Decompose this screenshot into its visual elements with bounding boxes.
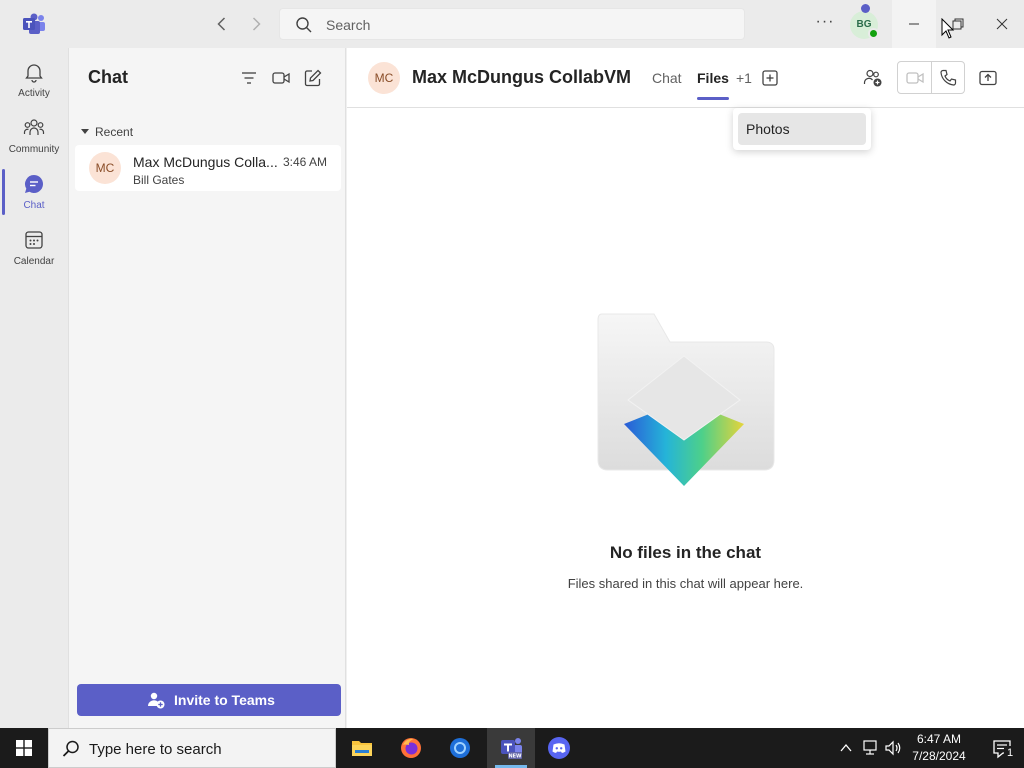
- teams-app[interactable]: NEW: [487, 728, 535, 768]
- network-icon[interactable]: [861, 739, 879, 757]
- rail-item-label: Calendar: [13, 256, 55, 267]
- empty-state-subtitle: Files shared in this chat will appear he…: [567, 576, 804, 591]
- rail-item-community[interactable]: Community: [0, 109, 68, 165]
- share-screen-icon[interactable]: [978, 68, 998, 88]
- browser-icon: [450, 738, 470, 758]
- notification-dot: [861, 4, 870, 13]
- divider: [931, 62, 932, 93]
- close-button[interactable]: [980, 0, 1024, 48]
- add-people-icon[interactable]: [863, 68, 883, 88]
- chat-title: Max McDungus CollabVM: [412, 67, 632, 87]
- chat-bubble-icon: [25, 175, 43, 193]
- rail-item-label: Activity: [18, 88, 50, 99]
- volume-icon[interactable]: [884, 739, 902, 757]
- notification-count: 1: [1004, 746, 1016, 760]
- tab-files[interactable]: Files: [697, 70, 729, 100]
- app-rail: Activity Community Chat Calendar: [0, 48, 68, 728]
- folder-icon: [352, 741, 372, 756]
- menu-item-photos[interactable]: Photos: [738, 113, 866, 145]
- audio-call-icon[interactable]: [938, 68, 958, 88]
- empty-folder-illustration: [597, 313, 775, 486]
- browser-app[interactable]: [436, 728, 484, 768]
- video-call-icon[interactable]: [905, 68, 925, 88]
- rail-item-calendar[interactable]: Calendar: [0, 221, 68, 277]
- discord-app[interactable]: [535, 728, 583, 768]
- title-bar: ··· BG: [0, 0, 1024, 48]
- chat-panel-title: Chat: [88, 67, 128, 87]
- taskbar-search-placeholder: Type here to search: [89, 741, 222, 758]
- discord-icon: [548, 737, 570, 759]
- windows-taskbar: Type here to search NEW 6:47 AM 7/28/202…: [0, 728, 1024, 768]
- action-center-button[interactable]: 1: [980, 728, 1024, 768]
- clock-time: 6:47 AM: [916, 732, 962, 746]
- teams-icon: NEW: [501, 738, 522, 760]
- taskbar-search-box[interactable]: Type here to search: [48, 728, 336, 768]
- rail-item-label: Community: [8, 144, 60, 155]
- clock-date: 7/28/2024: [912, 749, 966, 763]
- rail-item-activity[interactable]: Activity: [0, 53, 68, 109]
- filter-icon[interactable]: [239, 68, 259, 88]
- avatar: MC: [89, 152, 121, 184]
- search-icon: [296, 17, 312, 33]
- meet-now-video-icon[interactable]: [271, 68, 291, 88]
- empty-state-title: No files in the chat: [609, 543, 762, 562]
- system-clock[interactable]: 6:47 AM 7/28/2024: [905, 731, 973, 765]
- more-options-icon[interactable]: ···: [813, 13, 837, 33]
- start-button[interactable]: [0, 728, 48, 768]
- tab-more-count[interactable]: +1: [736, 70, 752, 86]
- chat-list-item[interactable]: MC Max McDungus Colla... 3:46 AM Bill Ga…: [75, 145, 341, 191]
- show-hidden-icons-icon[interactable]: [838, 740, 854, 756]
- firefox-app[interactable]: [387, 728, 435, 768]
- firefox-icon: [401, 738, 421, 758]
- search-input[interactable]: [326, 15, 726, 35]
- new-chat-icon[interactable]: [303, 68, 323, 88]
- user-avatar[interactable]: BG: [850, 4, 879, 39]
- chat-header: MC Max McDungus CollabVM Chat Files +1: [347, 48, 1024, 108]
- avatar: MC: [368, 62, 400, 94]
- recent-label: Recent: [95, 125, 134, 139]
- svg-text:NEW: NEW: [508, 754, 522, 760]
- invite-label: Invite to Teams: [174, 692, 275, 708]
- forward-arrow-icon[interactable]: [246, 14, 266, 34]
- call-button-group: [897, 61, 965, 94]
- recent-section-header[interactable]: Recent: [81, 125, 133, 139]
- people-community-icon: [23, 119, 45, 135]
- invite-to-teams-button[interactable]: Invite to Teams: [77, 684, 341, 716]
- bell-icon: [25, 64, 43, 83]
- presence-available-icon: [868, 28, 879, 39]
- calendar-icon: [25, 231, 43, 249]
- tabs-overflow-menu: Photos: [733, 108, 871, 150]
- windows-logo-icon: [16, 740, 32, 756]
- chevron-down-icon: [81, 129, 89, 134]
- teams-logo-icon[interactable]: [22, 13, 46, 35]
- chat-list-panel: Chat Recent MC Max McDungus Colla... 3:4…: [68, 48, 346, 728]
- add-tab-icon[interactable]: [760, 68, 780, 88]
- add-person-icon: [148, 692, 165, 709]
- rail-item-label: Chat: [23, 200, 45, 211]
- file-explorer-app[interactable]: [338, 728, 386, 768]
- chat-item-name: Max McDungus Colla...: [133, 154, 278, 170]
- rail-item-chat[interactable]: Chat: [0, 165, 68, 221]
- chat-item-preview: Bill Gates: [133, 173, 185, 187]
- chat-item-time: 3:46 AM: [283, 155, 328, 169]
- back-arrow-icon[interactable]: [212, 14, 232, 34]
- search-box[interactable]: [279, 8, 745, 40]
- tab-chat[interactable]: Chat: [652, 70, 682, 86]
- minimize-button[interactable]: [892, 0, 936, 48]
- mouse-cursor-icon: [941, 18, 955, 39]
- search-icon: [62, 740, 79, 757]
